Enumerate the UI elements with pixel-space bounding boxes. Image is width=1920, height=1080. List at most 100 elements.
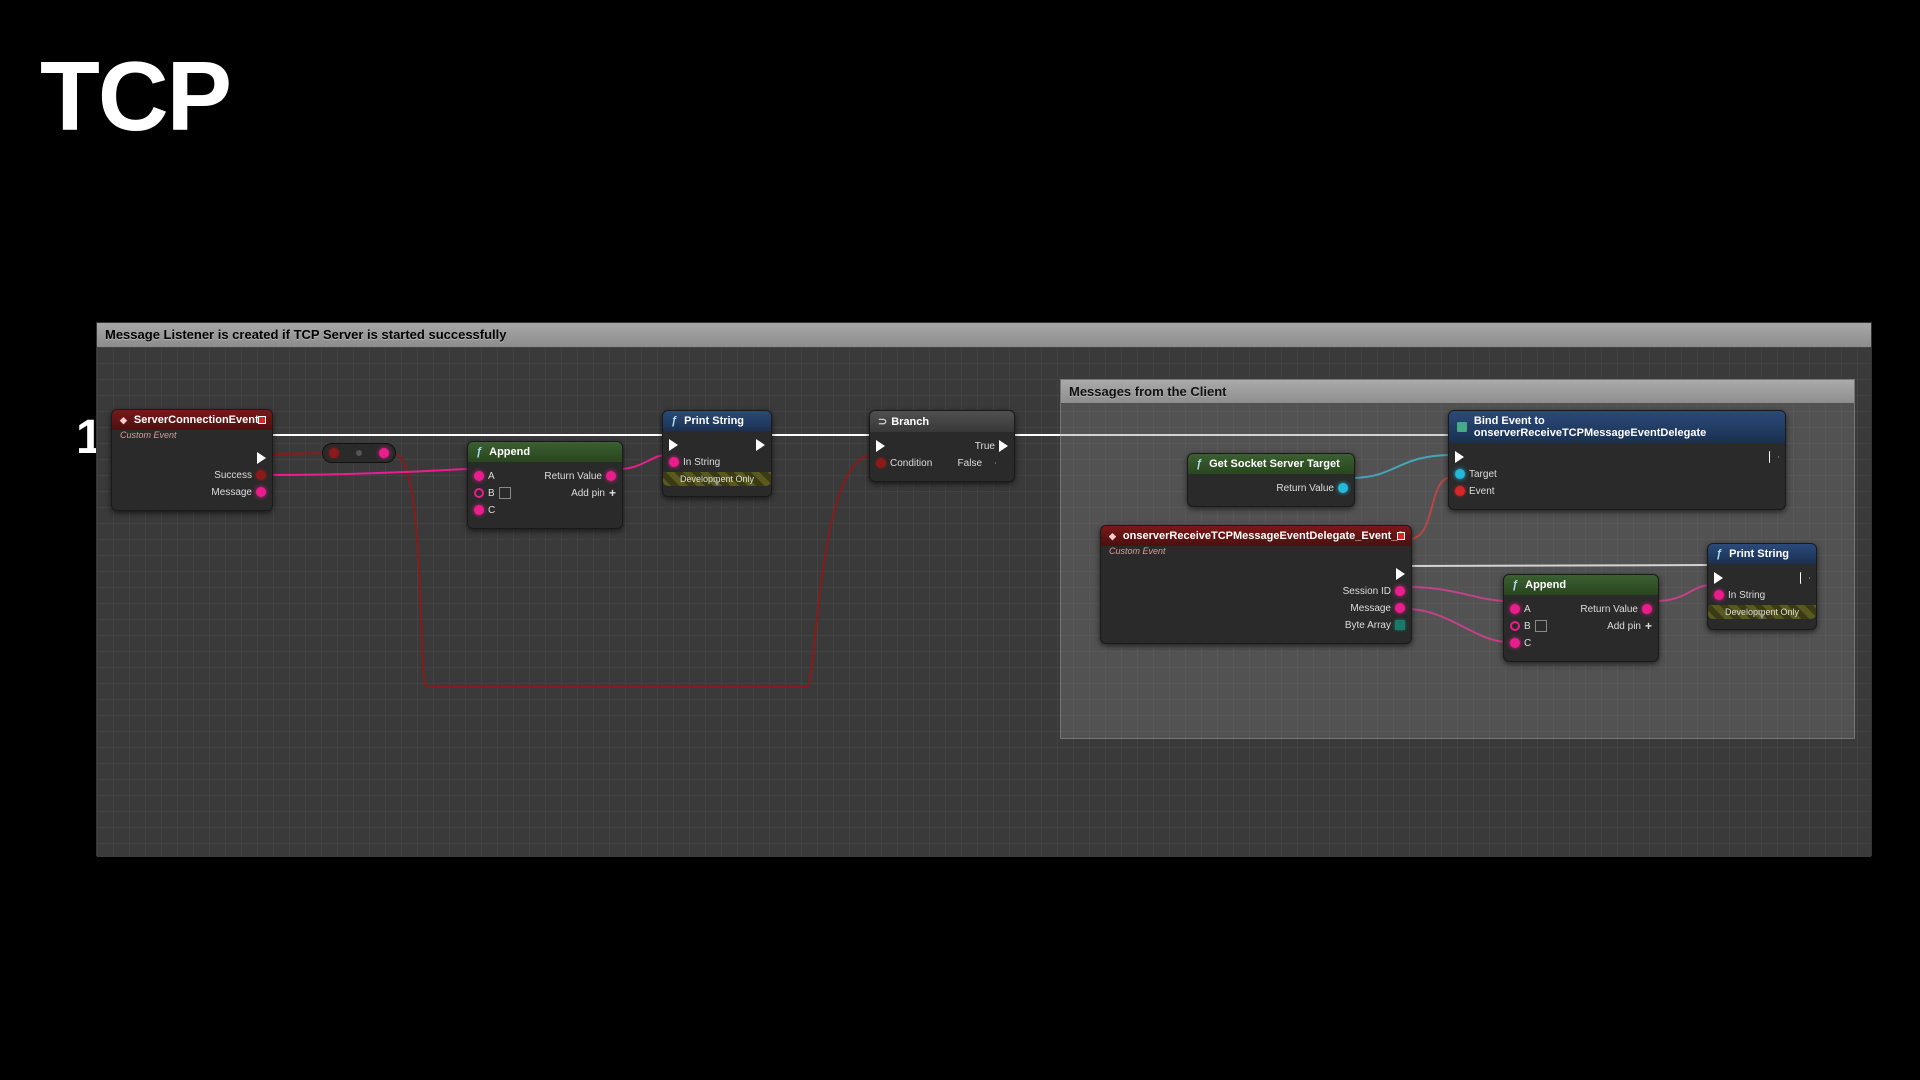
string-in-pin[interactable] xyxy=(1510,621,1520,631)
node-title: Bind Event to onserverReceiveTCPMessageE… xyxy=(1474,415,1777,439)
pin-label: C xyxy=(488,505,495,516)
node-header[interactable]: Bind Event to onserverReceiveTCPMessageE… xyxy=(1449,411,1785,443)
object-in-pin[interactable] xyxy=(1455,469,1465,479)
string-out-pin[interactable] xyxy=(606,471,616,481)
array-out-pin[interactable] xyxy=(1395,620,1405,630)
pin-label: False xyxy=(958,458,982,469)
exec-out-pin[interactable] xyxy=(1396,568,1405,580)
object-out-pin[interactable] xyxy=(1338,483,1348,493)
exec-in-pin[interactable] xyxy=(1455,451,1464,463)
string-in-pin[interactable] xyxy=(669,457,679,467)
pin-label: True xyxy=(975,441,995,452)
exec-out-pin[interactable] xyxy=(1800,572,1810,584)
exec-out-pin[interactable] xyxy=(1769,451,1779,463)
node-get-socket-server-target[interactable]: Get Socket Server Target Return Value xyxy=(1187,453,1355,507)
string-in-pin[interactable] xyxy=(1510,638,1520,648)
string-out-pin[interactable] xyxy=(1642,604,1652,614)
pin-label: Condition xyxy=(890,458,932,469)
reroute-in-pin[interactable] xyxy=(329,448,339,458)
string-out-pin[interactable] xyxy=(256,487,266,497)
plus-icon: + xyxy=(609,486,616,500)
node-branch[interactable]: ⊃ Branch True Condition False xyxy=(869,410,1015,482)
node-header[interactable]: Print String xyxy=(1708,544,1816,564)
string-out-pin[interactable] xyxy=(1395,586,1405,596)
add-pin-button[interactable]: Add pin + xyxy=(571,486,616,500)
node-print-string-1[interactable]: Print String In String Development Only … xyxy=(662,410,772,497)
pin-label: C xyxy=(1524,638,1531,649)
node-title: Branch xyxy=(891,416,929,428)
exec-out-pin[interactable] xyxy=(756,439,765,451)
pin-label: Byte Array xyxy=(1345,620,1391,631)
exec-out-pin[interactable] xyxy=(257,452,266,464)
node-bind-event[interactable]: Bind Event to onserverReceiveTCPMessageE… xyxy=(1448,410,1786,510)
pin-label: Session ID xyxy=(1343,586,1391,597)
node-subtitle: Custom Event xyxy=(112,430,272,444)
pin-label: B xyxy=(488,488,495,499)
reroute-node[interactable] xyxy=(322,443,396,463)
node-title: Print String xyxy=(1729,548,1789,560)
string-in-pin[interactable] xyxy=(474,505,484,515)
string-in-pin[interactable] xyxy=(1714,590,1724,600)
node-header[interactable]: ServerConnectionEvent xyxy=(112,410,272,430)
node-header[interactable]: Append xyxy=(468,442,622,462)
exec-false-pin[interactable] xyxy=(986,457,996,469)
pin-label: Return Value xyxy=(1580,604,1638,615)
exec-in-pin[interactable] xyxy=(669,439,678,451)
node-title: onserverReceiveTCPMessageEventDelegate_E… xyxy=(1123,530,1404,542)
node-title: Print String xyxy=(684,415,744,427)
node-title: Get Socket Server Target xyxy=(1209,458,1340,470)
pin-label: Success xyxy=(214,470,252,481)
blueprint-canvas[interactable]: Message Listener is created if TCP Serve… xyxy=(96,322,1872,856)
exec-true-pin[interactable] xyxy=(999,440,1008,452)
node-append-1[interactable]: Append A Return Value B Add pin + C xyxy=(467,441,623,529)
node-header[interactable]: Print String xyxy=(663,411,771,431)
plus-icon: + xyxy=(1645,619,1652,633)
node-header[interactable]: Append xyxy=(1504,575,1658,595)
string-out-pin[interactable] xyxy=(1395,603,1405,613)
reroute-out-pin[interactable] xyxy=(379,448,389,458)
pin-label: Event xyxy=(1469,486,1495,497)
node-print-string-2[interactable]: Print String In String Development Only … xyxy=(1707,543,1817,630)
page-title: TCP xyxy=(40,40,230,153)
pin-label: In String xyxy=(683,457,720,468)
bool-in-pin[interactable] xyxy=(876,458,886,468)
reroute-dot xyxy=(356,450,362,456)
pin-label: Return Value xyxy=(544,471,602,482)
node-header[interactable]: ⊃ Branch xyxy=(870,411,1014,432)
text-input[interactable] xyxy=(1535,620,1547,632)
pin-label: A xyxy=(488,471,495,482)
delegate-pin-icon[interactable] xyxy=(1397,532,1405,540)
string-in-pin[interactable] xyxy=(1510,604,1520,614)
string-in-pin[interactable] xyxy=(474,488,484,498)
add-pin-label: Add pin xyxy=(571,488,605,499)
delegate-in-pin[interactable] xyxy=(1455,486,1465,496)
node-server-connection-event[interactable]: ServerConnectionEvent Custom Event Succe… xyxy=(111,409,273,511)
comment-header-main[interactable]: Message Listener is created if TCP Serve… xyxy=(97,323,1871,347)
node-title: Append xyxy=(1525,579,1566,591)
pin-label: Message xyxy=(211,487,252,498)
graph-grid[interactable]: Messages from the Client ServerConnectio… xyxy=(97,347,1871,857)
bool-out-pin[interactable] xyxy=(256,470,266,480)
node-append-2[interactable]: Append AReturn Value BAdd pin+ C xyxy=(1503,574,1659,662)
comment-header-inner[interactable]: Messages from the Client xyxy=(1061,380,1854,403)
pin-label: A xyxy=(1524,604,1531,615)
exec-in-pin[interactable] xyxy=(876,440,885,452)
branch-icon: ⊃ xyxy=(878,415,887,428)
node-subtitle: Custom Event xyxy=(1101,546,1411,560)
pin-label: Target xyxy=(1469,469,1497,480)
pin-label: Return Value xyxy=(1276,483,1334,494)
node-title: Append xyxy=(489,446,530,458)
exec-in-pin[interactable] xyxy=(1714,572,1723,584)
pin-label: Message xyxy=(1350,603,1391,614)
node-title: ServerConnectionEvent xyxy=(134,414,259,426)
node-header[interactable]: Get Socket Server Target xyxy=(1188,454,1354,474)
node-onserver-receive-event[interactable]: onserverReceiveTCPMessageEventDelegate_E… xyxy=(1100,525,1412,644)
text-input[interactable] xyxy=(499,487,511,499)
add-pin-button[interactable]: Add pin + xyxy=(1607,619,1652,633)
string-in-pin[interactable] xyxy=(474,471,484,481)
delegate-pin-icon[interactable] xyxy=(258,416,266,424)
add-pin-label: Add pin xyxy=(1607,621,1641,632)
pin-label: In String xyxy=(1728,590,1765,601)
node-header[interactable]: onserverReceiveTCPMessageEventDelegate_E… xyxy=(1101,526,1411,546)
bind-icon xyxy=(1457,422,1467,432)
